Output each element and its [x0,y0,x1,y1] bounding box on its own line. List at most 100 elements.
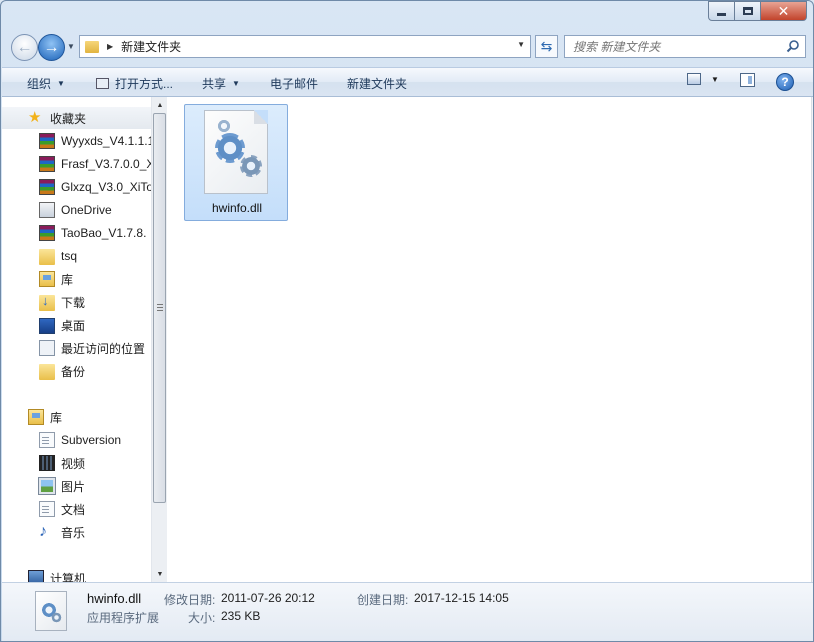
email-label: 电子邮件 [270,77,319,91]
sidebar-item-label: 文档 [61,502,86,517]
rar-archive-icon [39,225,55,241]
computer-header[interactable]: 计算机 [2,567,151,582]
breadcrumb-new-folder[interactable]: 新建文件夹 [121,38,181,55]
dll-file-icon [35,591,67,631]
folder-icon [85,40,99,53]
sidebar-item-onedrive[interactable]: OneDrive [2,199,151,221]
sidebar-item-library[interactable]: 库 [2,268,151,290]
navigation-bar: ← → ▼ ▶ 新建文件夹 ▼ ⇆ [1,29,813,63]
details-file-name: hwinfo.dll [87,591,142,606]
grip-icon [157,304,163,311]
refresh-button[interactable]: ⇆ [535,35,558,58]
chevron-down-icon: ▼ [711,74,719,84]
minimize-icon [717,12,726,16]
navigation-pane-scrollbar[interactable]: ▲ ▼ [151,97,167,582]
scrollbar-thumb[interactable] [153,113,166,503]
sidebar-item-downloads[interactable]: 下载 [2,291,151,313]
close-button[interactable]: ✕ [761,1,807,21]
sidebar-item-label: 图片 [61,479,86,494]
folder-icon [39,364,55,380]
star-icon: ★ [28,109,42,126]
search-icon[interactable] [786,39,800,53]
address-history-dropdown[interactable]: ▼ [517,40,525,49]
sidebar-item-glxzq[interactable]: Glxzq_V3.0_XiTo [2,176,151,198]
back-button[interactable]: ← [11,34,38,61]
recent-places-icon [39,340,55,356]
sidebar-item-frasf[interactable]: Frasf_V3.7.0.0_X [2,153,151,175]
share-label: 共享 [202,77,227,91]
modified-date-value: 2011-07-26 20:12 [221,591,315,605]
search-input[interactable] [573,36,783,57]
sidebar-item-wyyxds[interactable]: Wyyxds_V4.1.1.1 [2,130,151,152]
libraries-label: 库 [50,410,63,425]
sidebar-item-pictures[interactable]: 图片 [2,475,151,497]
sidebar-item-documents[interactable]: 文档 [2,498,151,520]
sidebar-item-desktop[interactable]: 桌面 [2,314,151,336]
forward-button[interactable]: → [38,34,65,61]
music-icon: ♪ [39,523,47,540]
sidebar-item-label: Glxzq_V3.0_XiTo [61,180,151,194]
document-icon [39,432,55,448]
sidebar-item-label: 音乐 [61,525,86,540]
gear-icon [240,155,262,177]
scroll-up-icon[interactable]: ▲ [152,97,168,113]
open-with-button[interactable]: 打开方式... [96,75,173,92]
sidebar-item-label: 桌面 [61,318,86,333]
file-item-hwinfo-dll[interactable]: hwinfo.dll [184,104,288,221]
sidebar-item-label: 库 [61,272,74,287]
picture-icon [38,477,56,495]
window-controls: ✕ [708,1,807,21]
help-button[interactable]: ? [776,73,794,91]
sidebar-item-label: TaoBao_V1.7.8. [61,226,147,240]
video-icon [39,455,55,471]
maximize-icon [742,7,753,15]
breadcrumb-separator-icon[interactable]: ▶ [107,42,113,51]
maximize-button[interactable] [735,1,761,21]
details-pane: hwinfo.dll 应用程序扩展 修改日期: 2011-07-26 20:12… [2,582,813,641]
folder-icon [39,249,55,265]
gear-icon [217,119,231,133]
recent-pages-dropdown[interactable]: ▼ [67,42,75,51]
change-view-button[interactable]: ▼ [687,73,719,85]
library-icon [28,409,44,425]
sidebar-item-label: 备份 [61,364,86,379]
sidebar-item-label: 视频 [61,456,86,471]
close-icon: ✕ [777,2,790,19]
sidebar-item-tsq[interactable]: tsq [2,245,151,267]
address-bar[interactable]: ▶ 新建文件夹 ▼ [79,35,531,58]
sidebar-item-videos[interactable]: 视频 [2,452,151,474]
preview-pane-button[interactable] [740,73,755,87]
sidebar-item-label: Frasf_V3.7.0.0_X [61,157,151,171]
share-menu[interactable]: 共享 ▼ [202,75,240,92]
view-icon [687,73,701,85]
gear-icon [215,133,245,163]
file-list[interactable]: hwinfo.dll [168,97,811,582]
sidebar-item-label: 最近访问的位置 [61,341,146,356]
file-name: hwinfo.dll [211,201,263,215]
new-folder-button[interactable]: 新建文件夹 [347,75,407,92]
search-box[interactable] [564,35,806,58]
sidebar-item-label: Wyyxds_V4.1.1.1 [61,134,151,148]
sidebar-item-subversion[interactable]: Subversion [2,429,151,451]
open-with-label: 打开方式... [115,77,174,91]
refresh-icon: ⇆ [540,38,553,54]
created-date-label: 创建日期: [357,593,409,607]
explorer-window: ✕ ← → ▼ ▶ 新建文件夹 ▼ ⇆ 组织 ▼ 打开方式... 共享 ▼ 电子邮件… [0,0,814,642]
sidebar-item-taobao[interactable]: TaoBao_V1.7.8. [2,222,151,244]
sidebar-item-backup[interactable]: 备份 [2,360,151,382]
organize-menu[interactable]: 组织 ▼ [27,75,65,92]
sidebar-item-label: Subversion [61,433,122,447]
created-date-value: 2017-12-15 14:05 [414,591,509,605]
scroll-down-icon[interactable]: ▼ [152,566,168,582]
email-button[interactable]: 电子邮件 [270,75,318,92]
favorites-header[interactable]: ★ 收藏夹 [2,107,151,129]
computer-label: 计算机 [50,571,87,583]
minimize-button[interactable] [708,1,735,21]
forward-arrow-icon: → [43,38,60,56]
libraries-header[interactable]: 库 [2,406,151,428]
rar-archive-icon [39,179,55,195]
chevron-down-icon: ▼ [232,79,240,88]
sidebar-item-recent-places[interactable]: 最近访问的位置 [2,337,151,359]
sidebar-item-music[interactable]: ♪ 音乐 [2,521,151,543]
document-icon [39,501,55,517]
